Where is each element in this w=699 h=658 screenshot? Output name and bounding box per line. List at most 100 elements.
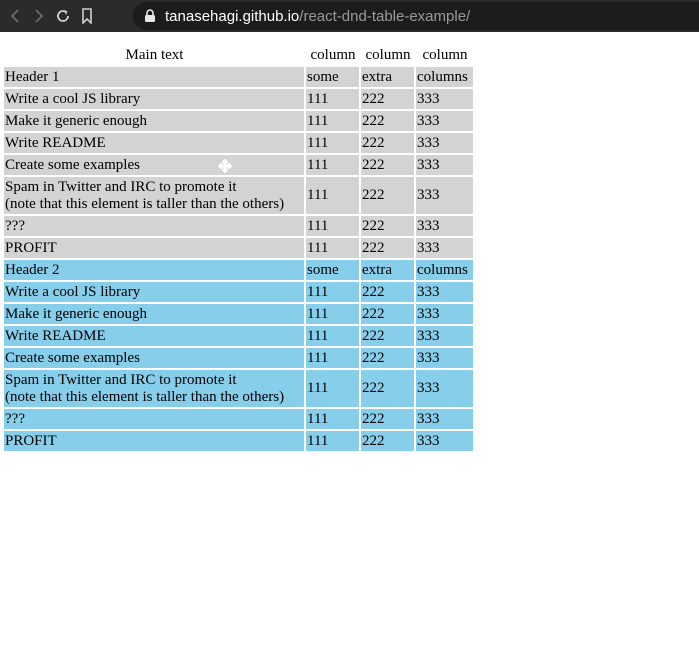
- table-row[interactable]: Create some examples 111 222 333: [4, 155, 473, 175]
- main-text-cell: PROFIT: [4, 431, 304, 451]
- column-header: column: [422, 46, 468, 63]
- main-text-line: Make it generic enough: [5, 305, 148, 322]
- value-cell: 222: [361, 155, 414, 175]
- main-text-cell: Create some examples: [4, 155, 304, 175]
- url-host: tanasehagi.github.io: [165, 7, 300, 25]
- table-row[interactable]: Make it generic enough 111 222 333: [4, 304, 473, 324]
- value-cell: 222: [361, 370, 414, 407]
- value-cell: 333: [416, 155, 473, 175]
- value-cell: 111: [306, 177, 359, 214]
- value-cell: 333: [416, 304, 473, 324]
- main-text-cell: Create some examples: [4, 348, 304, 368]
- column-header-main-text: Main text: [125, 46, 184, 63]
- value-cell: 333: [416, 89, 473, 109]
- value-cell: 333: [416, 370, 473, 407]
- value-cell: 222: [361, 177, 414, 214]
- main-text-cell: Write README: [4, 326, 304, 346]
- main-text-cell: ???: [4, 216, 304, 236]
- value-cell: 333: [416, 326, 473, 346]
- main-text-line: ???: [5, 410, 25, 427]
- main-text-line: Spam in Twitter and IRC to promote it: [5, 178, 237, 195]
- main-text-line: Create some examples: [5, 349, 140, 366]
- value-cell: 333: [416, 282, 473, 302]
- column-header: column: [310, 46, 356, 63]
- address-bar[interactable]: tanasehagi.github.io/react-dnd-table-exa…: [133, 2, 699, 30]
- column-header-row: Main text column column column: [4, 45, 473, 65]
- lock-icon: [144, 9, 156, 23]
- value-cell: 333: [416, 111, 473, 131]
- main-text-line: PROFIT: [5, 239, 57, 256]
- value-cell: 222: [361, 304, 414, 324]
- table-row[interactable]: Spam in Twitter and IRC to promote it (no…: [4, 177, 473, 214]
- value-cell: 111: [306, 216, 359, 236]
- value-cell: 111: [306, 348, 359, 368]
- bookmark-icon[interactable]: [78, 7, 96, 25]
- value-cell: 222: [361, 133, 414, 153]
- value-cell: 111: [306, 155, 359, 175]
- main-text-cell: ???: [4, 409, 304, 429]
- group-header-cell: columns: [416, 260, 473, 280]
- drag-move-icon: [216, 157, 234, 175]
- main-text-cell: Spam in Twitter and IRC to promote it (no…: [4, 370, 304, 407]
- value-cell: 222: [361, 216, 414, 236]
- group-header-row[interactable]: Header 1 some extra columns: [4, 67, 473, 87]
- table-row[interactable]: ??? 111 222 333: [4, 409, 473, 429]
- table-row[interactable]: ??? 111 222 333: [4, 216, 473, 236]
- value-cell: 333: [416, 409, 473, 429]
- table-row[interactable]: Write a cool JS library 111 222 333: [4, 282, 473, 302]
- back-arrow-icon[interactable]: [6, 7, 24, 25]
- value-cell: 222: [361, 409, 414, 429]
- value-cell: 222: [361, 111, 414, 131]
- main-text-line: Write README: [5, 327, 106, 344]
- group-header-row[interactable]: Header 2 some extra columns: [4, 260, 473, 280]
- value-cell: 222: [361, 348, 414, 368]
- value-cell: 222: [361, 431, 414, 451]
- table-row[interactable]: PROFIT 111 222 333: [4, 431, 473, 451]
- main-text-line: (note that this element is taller than t…: [5, 195, 285, 212]
- value-cell: 333: [416, 177, 473, 214]
- table-row[interactable]: Write a cool JS library 111 222 333: [4, 89, 473, 109]
- main-text-cell: Make it generic enough: [4, 111, 304, 131]
- main-text-line: Write README: [5, 134, 106, 151]
- value-cell: 111: [306, 304, 359, 324]
- value-cell: 222: [361, 326, 414, 346]
- forward-arrow-icon[interactable]: [30, 7, 48, 25]
- value-cell: 222: [361, 89, 414, 109]
- table-row[interactable]: PROFIT 111 222 333: [4, 238, 473, 258]
- value-cell: 333: [416, 348, 473, 368]
- value-cell: 333: [416, 133, 473, 153]
- value-cell: 333: [416, 238, 473, 258]
- value-cell: 111: [306, 133, 359, 153]
- table-row[interactable]: Create some examples 111 222 333: [4, 348, 473, 368]
- browser-toolbar: tanasehagi.github.io/react-dnd-table-exa…: [0, 0, 699, 32]
- value-cell: 111: [306, 431, 359, 451]
- main-text-cell: Write a cool JS library: [4, 282, 304, 302]
- main-text-line: Make it generic enough: [5, 112, 148, 129]
- main-text-line: ???: [5, 217, 25, 234]
- table-row[interactable]: Write README 111 222 333: [4, 326, 473, 346]
- group-header-cell: extra: [361, 67, 414, 87]
- group-header-cell: some: [306, 260, 359, 280]
- main-text-line: (note that this element is taller than t…: [5, 388, 285, 405]
- table-row[interactable]: Make it generic enough 111 222 333: [4, 111, 473, 131]
- value-cell: 111: [306, 238, 359, 258]
- value-cell: 111: [306, 89, 359, 109]
- table-row[interactable]: Spam in Twitter and IRC to promote it (no…: [4, 370, 473, 407]
- group-header-cell: some: [306, 67, 359, 87]
- value-cell: 111: [306, 370, 359, 407]
- main-text-cell: Make it generic enough: [4, 304, 304, 324]
- value-cell: 222: [361, 238, 414, 258]
- table-row[interactable]: Write README 111 222 333: [4, 133, 473, 153]
- column-header: column: [365, 46, 411, 63]
- main-text-line: PROFIT: [5, 432, 57, 449]
- value-cell: 333: [416, 431, 473, 451]
- group-header-title: Header 2: [4, 260, 304, 280]
- value-cell: 222: [361, 282, 414, 302]
- main-text-cell: Write README: [4, 133, 304, 153]
- reload-icon[interactable]: [54, 7, 72, 25]
- value-cell: 111: [306, 282, 359, 302]
- main-text-line: Write a cool JS library: [5, 283, 141, 300]
- group-header-cell: extra: [361, 260, 414, 280]
- url-path: /react-dnd-table-example/: [299, 7, 471, 25]
- main-text-cell: Write a cool JS library: [4, 89, 304, 109]
